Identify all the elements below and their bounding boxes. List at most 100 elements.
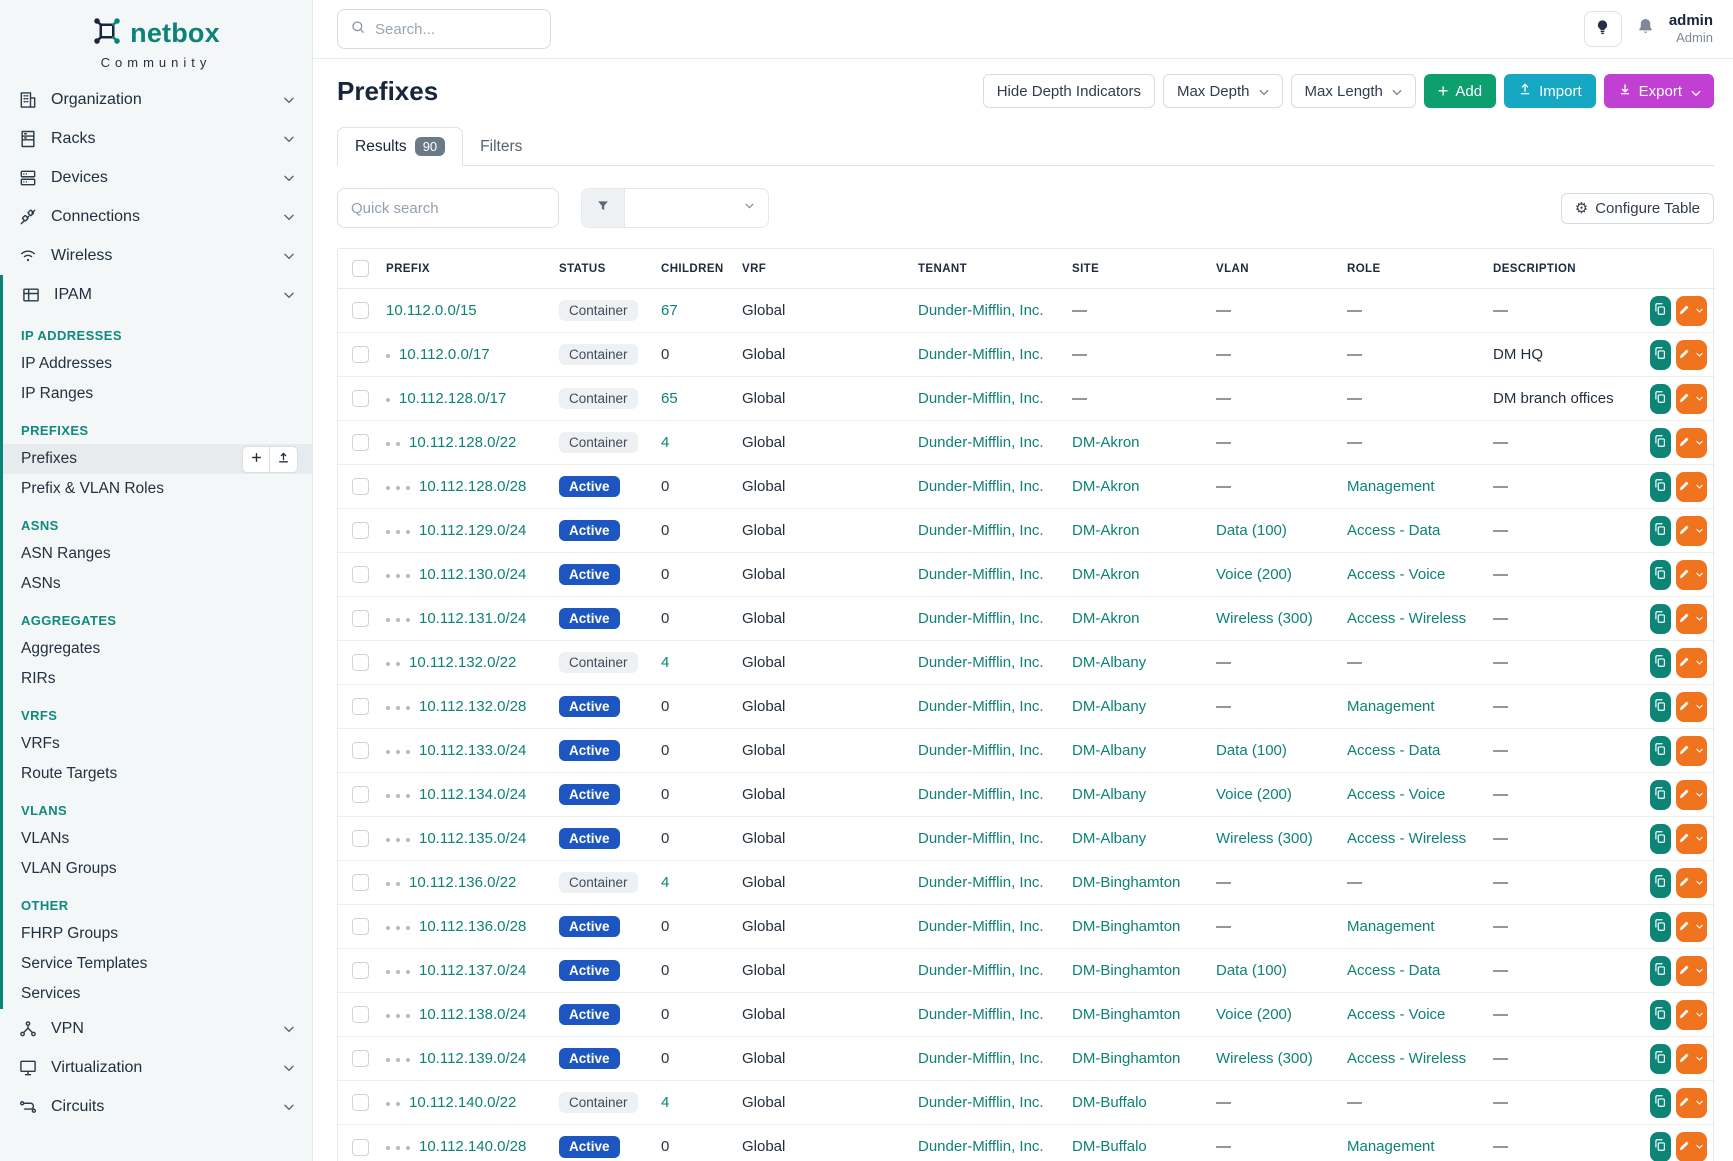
prefix-link[interactable]: 10.112.139.0/24: [419, 1050, 526, 1067]
global-search[interactable]: [337, 9, 551, 49]
tenant-link[interactable]: Dunder-Mifflin, Inc.: [918, 742, 1044, 759]
sidebar-item-devices[interactable]: Devices: [0, 158, 312, 197]
sidebar-item-organization[interactable]: Organization: [0, 80, 312, 119]
clone-button[interactable]: [1650, 912, 1671, 942]
configure-table-button[interactable]: ⚙ Configure Table: [1561, 193, 1714, 224]
hide-depth-indicators-button[interactable]: Hide Depth Indicators: [983, 74, 1155, 108]
row-checkbox[interactable]: [352, 742, 369, 759]
row-checkbox[interactable]: [352, 698, 369, 715]
clone-button[interactable]: [1650, 296, 1671, 326]
tenant-link[interactable]: Dunder-Mifflin, Inc.: [918, 478, 1044, 495]
edit-button[interactable]: [1676, 1044, 1707, 1074]
vlan-link[interactable]: Voice (200): [1216, 786, 1292, 803]
tenant-link[interactable]: Dunder-Mifflin, Inc.: [918, 522, 1044, 539]
tenant-link[interactable]: Dunder-Mifflin, Inc.: [918, 302, 1044, 319]
site-link[interactable]: DM-Akron: [1072, 522, 1140, 539]
sidebar-item-route-targets[interactable]: Route Targets: [3, 759, 312, 789]
max-depth-button[interactable]: Max Depth: [1163, 74, 1283, 108]
clone-button[interactable]: [1650, 428, 1671, 458]
row-checkbox[interactable]: [352, 522, 369, 539]
row-checkbox[interactable]: [352, 478, 369, 495]
prefix-link[interactable]: 10.112.140.0/22: [409, 1094, 516, 1111]
prefix-link[interactable]: 10.112.137.0/24: [419, 962, 526, 979]
prefix-link[interactable]: 10.112.135.0/24: [419, 830, 526, 847]
clone-button[interactable]: [1650, 692, 1671, 722]
site-link[interactable]: DM-Binghamton: [1072, 918, 1180, 935]
site-link[interactable]: DM-Albany: [1072, 830, 1146, 847]
user-menu[interactable]: admin Admin: [1669, 12, 1713, 47]
site-link[interactable]: DM-Binghamton: [1072, 874, 1180, 891]
clone-button[interactable]: [1650, 472, 1671, 502]
sidebar-item-virtualization[interactable]: Virtualization: [0, 1048, 312, 1087]
site-link[interactable]: DM-Akron: [1072, 478, 1140, 495]
sidebar-item-connections[interactable]: Connections: [0, 197, 312, 236]
export-button[interactable]: Export: [1604, 74, 1714, 108]
children-link[interactable]: 4: [661, 1094, 669, 1111]
vlan-link[interactable]: Wireless (300): [1216, 1050, 1313, 1067]
edit-button[interactable]: [1676, 912, 1707, 942]
prefix-link[interactable]: 10.112.131.0/24: [419, 610, 526, 627]
role-link[interactable]: Access - Data: [1347, 742, 1440, 759]
sidebar-item-vlan-groups[interactable]: VLAN Groups: [3, 854, 312, 884]
edit-button[interactable]: [1676, 868, 1707, 898]
prefix-link[interactable]: 10.112.132.0/28: [419, 698, 526, 715]
clone-button[interactable]: [1650, 560, 1671, 590]
site-link[interactable]: DM-Binghamton: [1072, 1050, 1180, 1067]
site-link[interactable]: DM-Akron: [1072, 566, 1140, 583]
row-checkbox[interactable]: [352, 610, 369, 627]
tenant-link[interactable]: Dunder-Mifflin, Inc.: [918, 874, 1044, 891]
edit-button[interactable]: [1676, 692, 1707, 722]
search-input[interactable]: [375, 21, 538, 38]
sidebar-item-wireless[interactable]: Wireless: [0, 236, 312, 275]
column-header-status[interactable]: STATUS: [551, 249, 653, 289]
row-checkbox[interactable]: [352, 566, 369, 583]
row-checkbox[interactable]: [352, 830, 369, 847]
clone-button[interactable]: [1650, 1088, 1671, 1118]
sidebar-item-prefixes[interactable]: Prefixes: [3, 444, 312, 474]
edit-button[interactable]: [1676, 956, 1707, 986]
sidebar-item-aggregates[interactable]: Aggregates: [3, 634, 312, 664]
tenant-link[interactable]: Dunder-Mifflin, Inc.: [918, 698, 1044, 715]
prefix-link[interactable]: 10.112.0.0/15: [386, 302, 477, 319]
edit-button[interactable]: [1676, 1088, 1707, 1118]
prefix-link[interactable]: 10.112.129.0/24: [419, 522, 526, 539]
sidebar-item-asns[interactable]: ASNs: [3, 569, 312, 599]
site-link[interactable]: DM-Albany: [1072, 742, 1146, 759]
sidebar-item-ipam[interactable]: IPAM: [3, 275, 312, 314]
prefix-link[interactable]: 10.112.128.0/17: [399, 390, 506, 407]
quick-search-input[interactable]: [337, 188, 559, 228]
tab-filters[interactable]: Filters: [463, 129, 539, 165]
children-link[interactable]: 4: [661, 874, 669, 891]
tenant-link[interactable]: Dunder-Mifflin, Inc.: [918, 1094, 1044, 1111]
vlan-link[interactable]: Voice (200): [1216, 566, 1292, 583]
clone-button[interactable]: [1650, 604, 1671, 634]
edit-button[interactable]: [1676, 428, 1707, 458]
clone-button[interactable]: [1650, 1044, 1671, 1074]
sidebar-item-vlans[interactable]: VLANs: [3, 824, 312, 854]
row-checkbox[interactable]: [352, 918, 369, 935]
clone-button[interactable]: [1650, 384, 1671, 414]
row-checkbox[interactable]: [352, 1006, 369, 1023]
prefix-link[interactable]: 10.112.136.0/28: [419, 918, 526, 935]
row-checkbox[interactable]: [352, 302, 369, 319]
row-checkbox[interactable]: [352, 962, 369, 979]
sidebar-item-ip-addresses[interactable]: IP Addresses: [3, 349, 312, 379]
sidebar-item-ip-ranges[interactable]: IP Ranges: [3, 379, 312, 409]
column-header-vrf[interactable]: VRF: [734, 249, 910, 289]
clone-button[interactable]: [1650, 340, 1671, 370]
children-link[interactable]: 65: [661, 390, 678, 407]
site-link[interactable]: DM-Albany: [1072, 786, 1146, 803]
site-link[interactable]: DM-Albany: [1072, 654, 1146, 671]
column-header-description[interactable]: DESCRIPTION: [1485, 249, 1642, 289]
theme-toggle-button[interactable]: [1584, 11, 1622, 47]
vlan-link[interactable]: Wireless (300): [1216, 610, 1313, 627]
sidebar-item-services[interactable]: Services: [3, 979, 312, 1009]
sidebar-item-prefix-vlan-roles[interactable]: Prefix & VLAN Roles: [3, 474, 312, 504]
tenant-link[interactable]: Dunder-Mifflin, Inc.: [918, 566, 1044, 583]
prefix-link[interactable]: 10.112.128.0/28: [419, 478, 526, 495]
site-link[interactable]: DM-Akron: [1072, 434, 1140, 451]
role-link[interactable]: Access - Voice: [1347, 566, 1445, 583]
row-checkbox[interactable]: [352, 1139, 369, 1156]
row-checkbox[interactable]: [352, 654, 369, 671]
edit-button[interactable]: [1676, 296, 1707, 326]
